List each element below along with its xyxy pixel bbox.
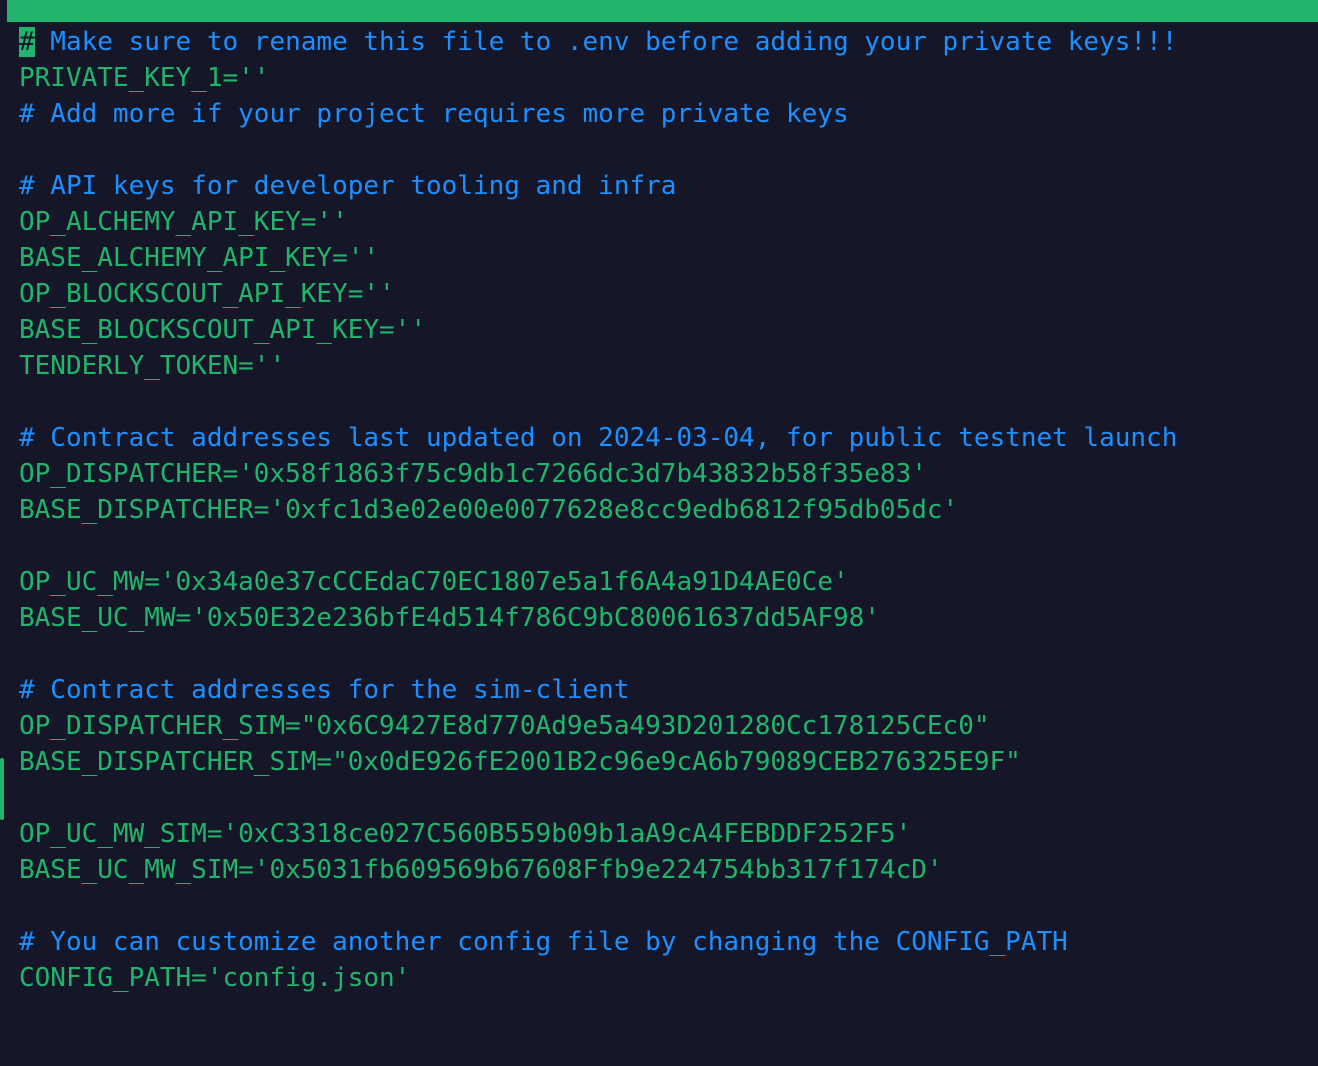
text-cursor: # (19, 27, 35, 57)
scroll-indicator[interactable] (0, 758, 4, 820)
line-text: BASE_ALCHEMY_API_KEY='' (19, 243, 380, 273)
line-text: TENDERLY_TOKEN='' (19, 351, 286, 381)
blank-line[interactable] (19, 636, 1318, 672)
line-text: BASE_UC_MW='0x50E32e236bfE4d514f786C9bC8… (19, 603, 880, 633)
line-text: CONFIG_PATH='config.json' (19, 963, 411, 993)
code-line[interactable]: BASE_DISPATCHER='0xfc1d3e02e00e0077628e8… (19, 492, 1318, 528)
nano-title-bar: GNU nano 6.2 .env (7, 0, 1318, 91)
blank-line[interactable] (19, 132, 1318, 168)
blank-line[interactable] (19, 528, 1318, 564)
blank-line[interactable] (19, 780, 1318, 816)
line-text: OP_BLOCKSCOUT_API_KEY='' (19, 279, 395, 309)
line-text: OP_DISPATCHER='0x58f1863f75c9db1c7266dc3… (19, 459, 927, 489)
comment-line[interactable]: # Contract addresses last updated on 202… (19, 420, 1318, 456)
line-text: # API keys for developer tooling and inf… (19, 171, 677, 201)
line-text: OP_UC_MW_SIM='0xC3318ce027C560B559b09b1a… (19, 819, 912, 849)
code-line[interactable]: OP_DISPATCHER='0x58f1863f75c9db1c7266dc3… (19, 456, 1318, 492)
line-text: BASE_UC_MW_SIM='0x5031fb609569b67608Ffb9… (19, 855, 943, 885)
comment-line[interactable]: # Contract addresses for the sim-client (19, 672, 1318, 708)
code-line[interactable]: OP_UC_MW_SIM='0xC3318ce027C560B559b09b1a… (19, 816, 1318, 852)
line-text: BASE_BLOCKSCOUT_API_KEY='' (19, 315, 426, 345)
comment-line[interactable]: # You can customize another config file … (19, 924, 1318, 960)
code-line[interactable]: OP_UC_MW='0x34a0e37cCCEdaC70EC1807e5a1f6… (19, 564, 1318, 600)
line-text: OP_UC_MW='0x34a0e37cCCEdaC70EC1807e5a1f6… (19, 567, 849, 597)
line-text: OP_DISPATCHER_SIM="0x6C9427E8d770Ad9e5a4… (19, 711, 990, 741)
code-line[interactable]: BASE_BLOCKSCOUT_API_KEY='' (19, 312, 1318, 348)
comment-line[interactable]: # Add more if your project requires more… (19, 96, 1318, 132)
code-line[interactable]: BASE_DISPATCHER_SIM="0x0dE926fE2001B2c96… (19, 744, 1318, 780)
code-line[interactable]: BASE_UC_MW='0x50E32e236bfE4d514f786C9bC8… (19, 600, 1318, 636)
code-line[interactable]: BASE_UC_MW_SIM='0x5031fb609569b67608Ffb9… (19, 852, 1318, 888)
blank-line[interactable] (19, 384, 1318, 420)
code-line[interactable]: OP_DISPATCHER_SIM="0x6C9427E8d770Ad9e5a4… (19, 708, 1318, 744)
line-text: PRIVATE_KEY_1='' (19, 63, 270, 93)
comment-line[interactable]: # Make sure to rename this file to .env … (19, 24, 1318, 60)
line-text: # Contract addresses for the sim-client (19, 675, 630, 705)
code-line[interactable]: CONFIG_PATH='config.json' (19, 960, 1318, 996)
line-text: BASE_DISPATCHER='0xfc1d3e02e00e0077628e8… (19, 495, 959, 525)
comment-line[interactable]: # API keys for developer tooling and inf… (19, 168, 1318, 204)
blank-line[interactable] (19, 888, 1318, 924)
code-line[interactable]: TENDERLY_TOKEN='' (19, 348, 1318, 384)
code-line[interactable]: BASE_ALCHEMY_API_KEY='' (19, 240, 1318, 276)
line-text: OP_ALCHEMY_API_KEY='' (19, 207, 348, 237)
code-line[interactable]: OP_ALCHEMY_API_KEY='' (19, 204, 1318, 240)
editor-text-area[interactable]: # Make sure to rename this file to .env … (19, 24, 1318, 996)
line-text: Make sure to rename this file to .env be… (34, 27, 1178, 57)
line-text: BASE_DISPATCHER_SIM="0x0dE926fE2001B2c96… (19, 747, 1021, 777)
code-line[interactable]: OP_BLOCKSCOUT_API_KEY='' (19, 276, 1318, 312)
line-text: # Contract addresses last updated on 202… (19, 423, 1178, 453)
code-line[interactable]: PRIVATE_KEY_1='' (19, 60, 1318, 96)
line-text: # You can customize another config file … (19, 927, 1068, 957)
line-text: # Add more if your project requires more… (19, 99, 849, 129)
